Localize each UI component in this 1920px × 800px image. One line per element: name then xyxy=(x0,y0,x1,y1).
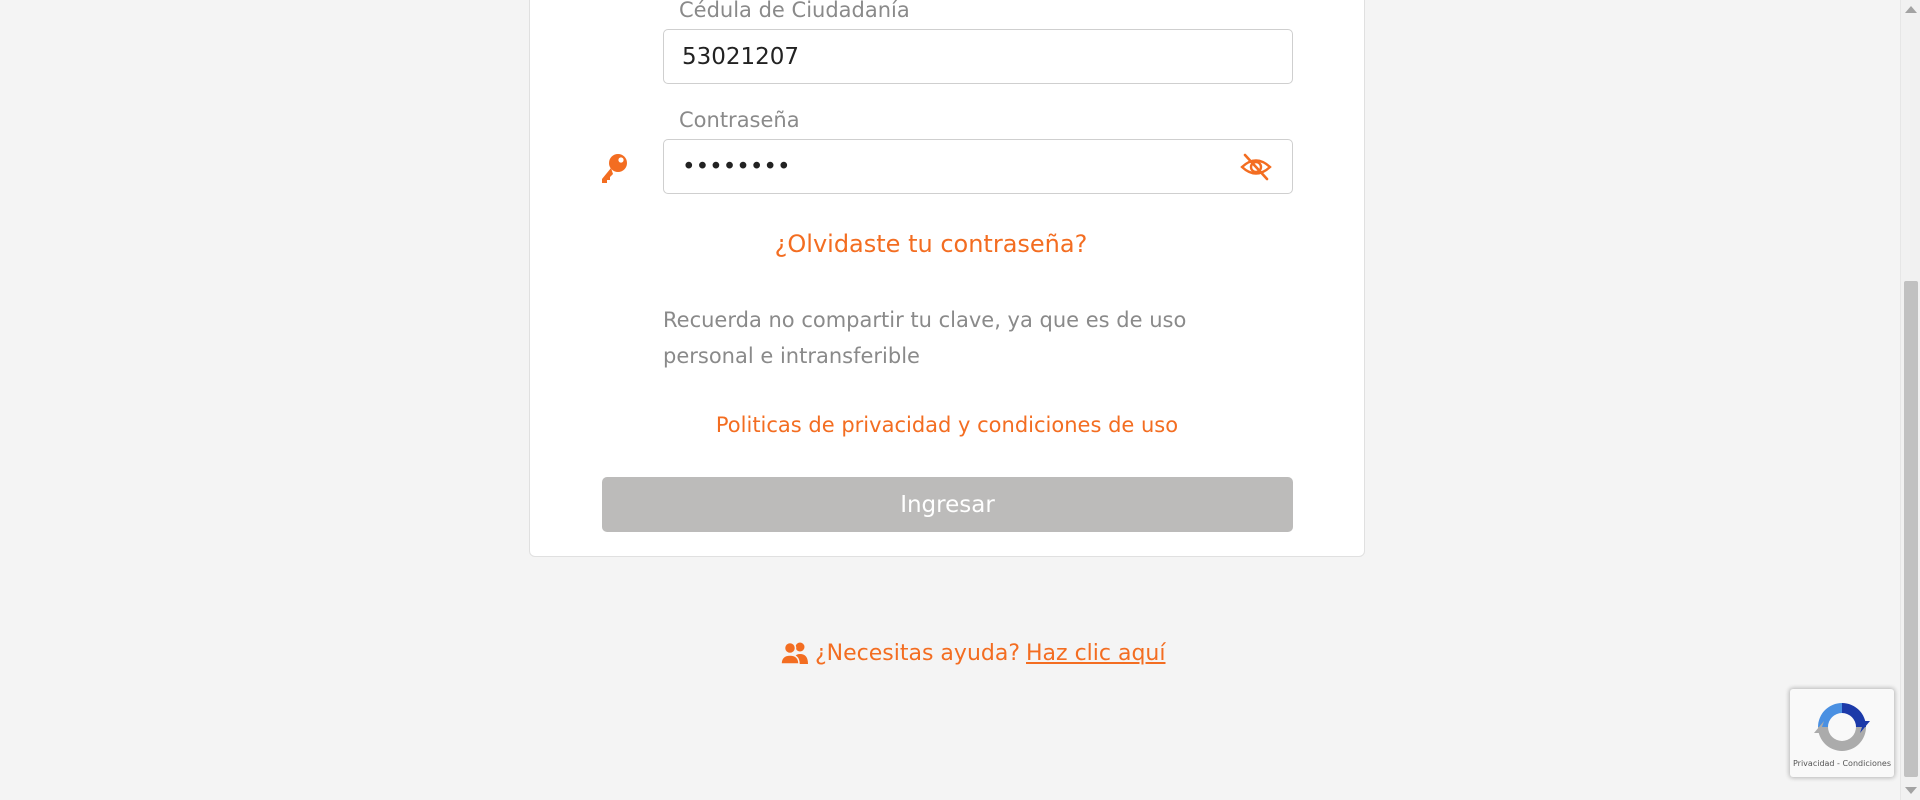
scroll-up-arrow[interactable] xyxy=(1905,6,1917,13)
help-question: ¿Necesitas ayuda? xyxy=(815,640,1021,666)
recaptcha-icon xyxy=(1814,703,1870,751)
scrollbar-thumb[interactable] xyxy=(1904,281,1918,777)
users-icon xyxy=(781,641,808,665)
recaptcha-terms[interactable]: Privacidad - Condiciones xyxy=(1790,759,1894,768)
security-notice: Recuerda no compartir tu clave, ya que e… xyxy=(663,308,1187,368)
scroll-down-arrow[interactable] xyxy=(1905,787,1917,794)
login-button[interactable]: Ingresar xyxy=(602,477,1293,532)
key-icon xyxy=(602,154,627,183)
password-field-label: Contraseña xyxy=(679,108,800,132)
password-input[interactable] xyxy=(682,140,1222,193)
privacy-policy-link[interactable]: Politicas de privacidad y condiciones de… xyxy=(663,412,1231,438)
id-number-input[interactable] xyxy=(682,30,1222,83)
forgot-password-link[interactable]: ¿Olvidaste tu contraseña? xyxy=(663,230,1199,258)
eye-slash-icon[interactable] xyxy=(1240,153,1272,181)
help-section: ¿Necesitas ayuda? Haz clic aquí xyxy=(781,638,1166,668)
id-field-label: Cédula de Ciudadanía xyxy=(679,0,910,22)
vertical-scrollbar[interactable] xyxy=(1900,0,1920,800)
help-link[interactable]: Haz clic aquí xyxy=(1026,641,1165,666)
id-input-box[interactable] xyxy=(663,29,1293,84)
recaptcha-badge[interactable]: Privacidad - Condiciones xyxy=(1790,689,1894,777)
password-input-box[interactable] xyxy=(663,139,1293,194)
